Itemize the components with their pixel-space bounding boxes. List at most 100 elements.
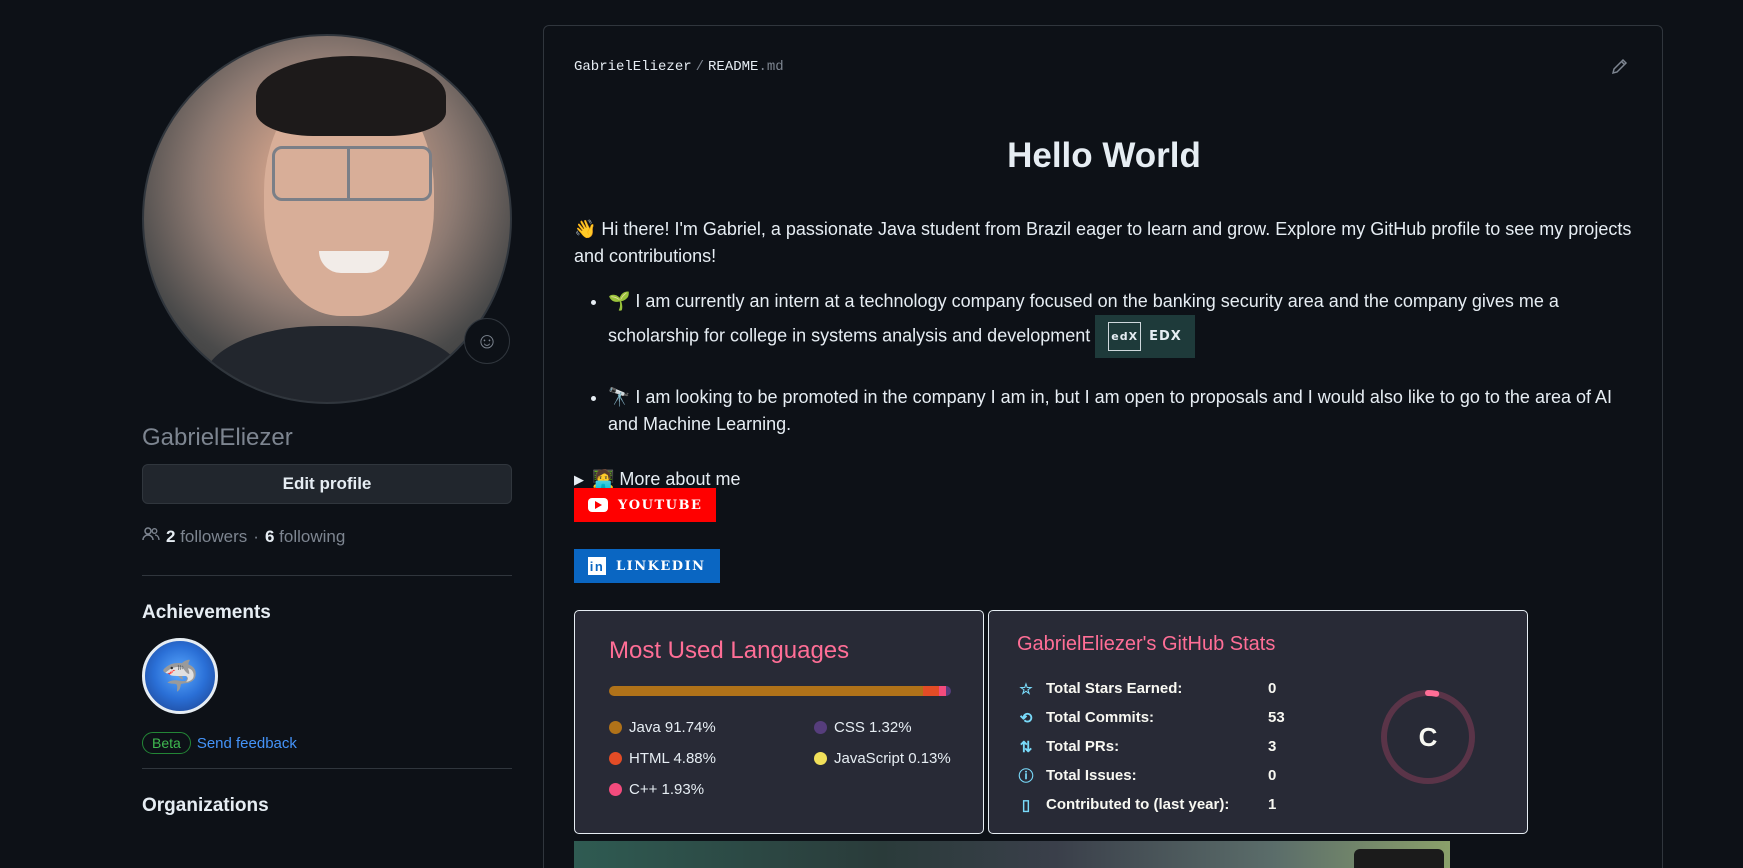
- linkedin-label: LINKEDIN: [616, 558, 706, 574]
- readme-file-ext: .md: [758, 59, 784, 75]
- set-status-smiley-icon[interactable]: ☺: [464, 318, 510, 364]
- readme-owner-link[interactable]: GabrielEliezer: [574, 59, 692, 75]
- stats-row: ⟲ Total Commits: 53: [1017, 703, 1285, 732]
- profile-username: GabrielEliezer: [142, 424, 293, 451]
- readme-file-name[interactable]: README: [708, 59, 758, 75]
- divider: [142, 768, 512, 769]
- dot-separator: ·: [253, 526, 259, 546]
- language-color-dot: [814, 721, 827, 734]
- more-about-me-label: 🧑‍💻 More about me: [592, 469, 741, 489]
- language-legend-label: Java 91.74%: [629, 719, 716, 736]
- youtube-label: YOUTUBE: [618, 497, 703, 513]
- avatar-hair: [256, 56, 446, 136]
- send-feedback-link[interactable]: Send feedback: [197, 735, 297, 752]
- following-count: 6: [264, 526, 275, 546]
- more-about-me-toggle[interactable]: ▶ 🧑‍💻 More about me: [574, 469, 740, 490]
- youtube-icon: [588, 498, 608, 512]
- stats-row-label: Total Commits:: [1046, 709, 1155, 726]
- stats-row-value: 0: [1268, 767, 1277, 784]
- beta-feedback-row: Beta Send feedback: [142, 732, 514, 754]
- repo-icon: ▯: [1021, 796, 1031, 814]
- avatar-smile: [319, 251, 389, 273]
- stats-row-value: 53: [1268, 709, 1285, 726]
- issue-icon: ⓘ: [1018, 768, 1034, 785]
- followers-link[interactable]: 2 followers: [166, 527, 247, 547]
- language-color-dot: [609, 783, 622, 796]
- banner-dark-block: [1354, 849, 1444, 868]
- profile-sidebar: ☺ GabrielEliezer Edit profile 2 follower…: [142, 34, 514, 817]
- language-legend-item: HTML 4.88%: [609, 750, 814, 767]
- languages-card-title: Most Used Languages: [609, 637, 850, 664]
- language-legend-label: HTML 4.88%: [629, 750, 716, 767]
- achievement-badge-shark-icon[interactable]: 🦈: [142, 638, 218, 714]
- linkedin-icon: in: [588, 557, 606, 575]
- readme-breadcrumb: GabrielEliezer / README.md: [574, 59, 784, 75]
- stats-row-value: 1: [1268, 796, 1277, 813]
- stats-row: ▯ Contributed to (last year): 1: [1017, 790, 1285, 819]
- language-color-dot: [609, 752, 622, 765]
- stats-row-label: Total Stars Earned:: [1046, 680, 1183, 697]
- organizations-heading: Organizations: [142, 795, 269, 816]
- language-legend-item: C++ 1.93%: [609, 781, 814, 798]
- lang-bar-segment: [609, 686, 923, 696]
- language-legend-label: C++ 1.93%: [629, 781, 705, 798]
- edit-pencil-icon[interactable]: [1608, 54, 1632, 78]
- achievements-heading: Achievements: [142, 602, 271, 623]
- bullet-goals-text: 🔭 I am looking to be promoted in the com…: [608, 387, 1612, 434]
- youtube-badge[interactable]: YOUTUBE: [574, 488, 717, 522]
- readme-intro: 👋 Hi there! I'm Gabriel, a passionate Ja…: [574, 219, 1632, 266]
- github-stats-card[interactable]: GabrielEliezer's GitHub Stats ☆ Total Sta…: [988, 610, 1528, 834]
- edx-label: EDX: [1149, 329, 1182, 344]
- language-color-dot: [814, 752, 827, 765]
- stats-row-label: Contributed to (last year):: [1046, 796, 1230, 813]
- stats-row: ⓘ Total Issues: 0: [1017, 761, 1285, 790]
- stats-row-value: 3: [1268, 738, 1277, 755]
- avatar-glasses: [272, 146, 432, 201]
- stats-row-value: 0: [1268, 680, 1277, 697]
- languages-progress-bar: [609, 686, 951, 696]
- following-link[interactable]: 6 following: [265, 527, 345, 547]
- beta-badge: Beta: [142, 732, 191, 754]
- bullet-goals: 🔭 I am looking to be promoted in the com…: [608, 384, 1638, 438]
- bullet-internship-text: 🌱 I am currently an intern at a technolo…: [608, 291, 1559, 346]
- avatar[interactable]: [142, 34, 512, 404]
- profile-page: ☺ GabrielEliezer Edit profile 2 follower…: [0, 0, 1743, 868]
- divider: [142, 575, 512, 576]
- languages-card[interactable]: Most Used Languages Java 91.74% CSS 1.32%…: [574, 610, 984, 834]
- followers-count: 2: [166, 526, 176, 546]
- history-icon: ⟲: [1019, 709, 1033, 727]
- grade-letter: C: [1418, 721, 1438, 752]
- follow-stats: 2 followers · 6 following: [142, 526, 514, 547]
- pull-request-icon: ⇅: [1019, 738, 1033, 756]
- following-label: following: [279, 526, 346, 546]
- edx-logo-icon: edX: [1108, 322, 1142, 351]
- linkedin-badge[interactable]: in LINKEDIN: [574, 549, 720, 583]
- stats-row: ☆ Total Stars Earned: 0: [1017, 674, 1285, 703]
- readme-title: Hello World: [1007, 136, 1201, 175]
- triangle-right-icon: ▶: [574, 471, 584, 487]
- stats-row-label: Total Issues:: [1046, 767, 1137, 784]
- followers-label: followers: [180, 526, 248, 546]
- lang-bar-segment: [939, 686, 947, 696]
- readme-banner-image: [574, 841, 1450, 868]
- star-icon: ☆: [1019, 680, 1033, 698]
- language-legend-item: JavaScript 0.13%: [814, 750, 964, 767]
- stats-rows: ☆ Total Stars Earned: 0 ⟲ Total Commits: 53 ⇅ T…: [1017, 674, 1285, 819]
- edit-profile-button[interactable]: Edit profile: [142, 464, 512, 504]
- readme-card: GabrielEliezer / README.md Hello World 👋 H…: [543, 25, 1663, 868]
- language-legend-label: CSS 1.32%: [834, 719, 912, 736]
- avatar-shirt: [204, 326, 464, 402]
- people-icon: [142, 526, 160, 547]
- language-legend-item: CSS 1.32%: [814, 719, 964, 736]
- stats-row-label: Total PRs:: [1046, 738, 1120, 755]
- language-color-dot: [609, 721, 622, 734]
- readme-bullets: 🌱 I am currently an intern at a technolo…: [608, 288, 1638, 464]
- stats-card-title: GabrielEliezer's GitHub Stats: [1017, 633, 1276, 655]
- language-legend-item: Java 91.74%: [609, 719, 814, 736]
- language-legend-label: JavaScript 0.13%: [834, 750, 951, 767]
- bullet-internship: 🌱 I am currently an intern at a technolo…: [608, 288, 1638, 358]
- path-separator: /: [695, 59, 705, 75]
- edx-badge[interactable]: edX EDX: [1095, 315, 1195, 358]
- stats-row: ⇅ Total PRs: 3: [1017, 732, 1285, 761]
- lang-bar-segment: [922, 686, 940, 696]
